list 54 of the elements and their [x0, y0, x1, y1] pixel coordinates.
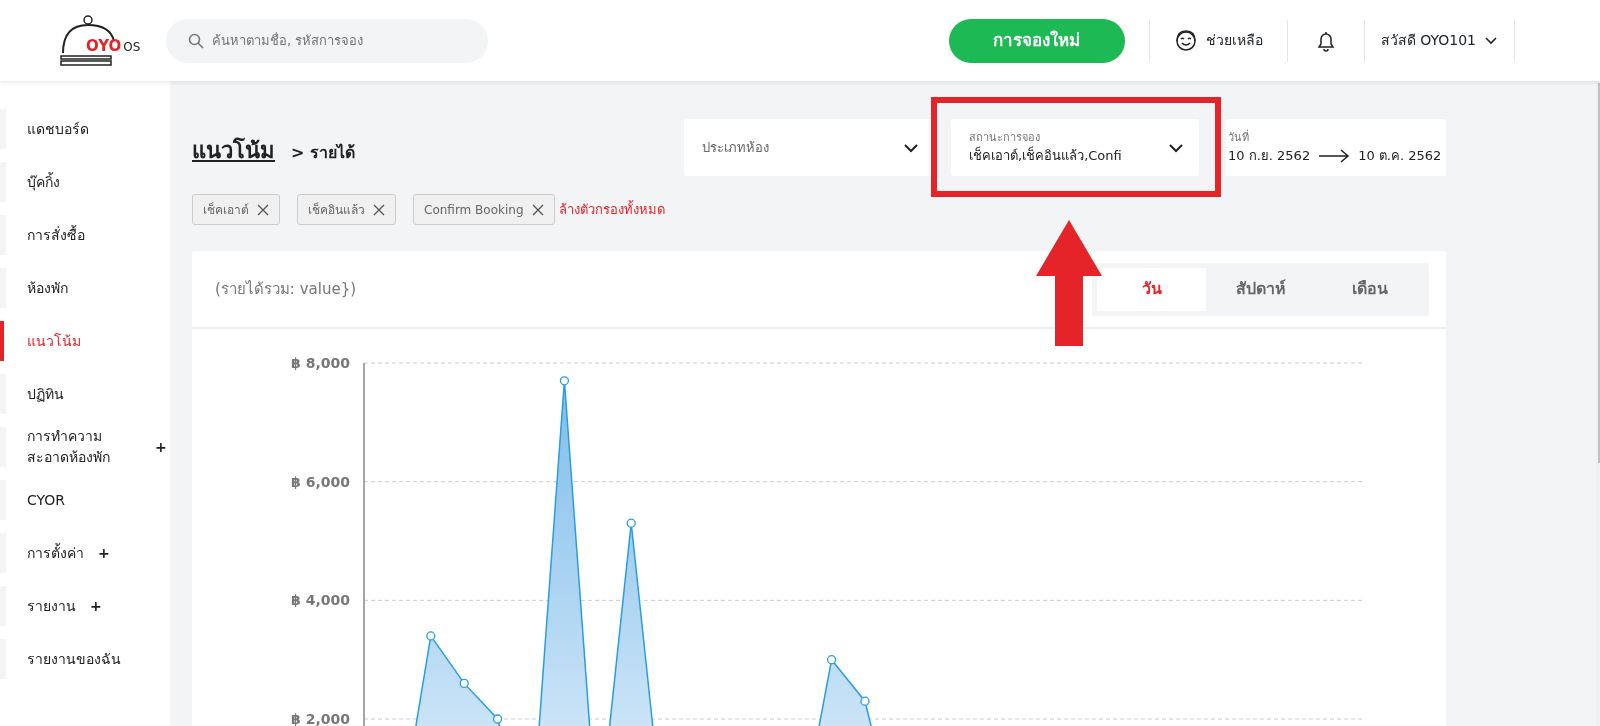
- filter-chip: Confirm Booking: [413, 194, 555, 225]
- data-point[interactable]: [559, 376, 570, 386]
- filter-chip: เช็คอินแล้ว: [297, 194, 396, 225]
- headset-face-icon: [1173, 28, 1198, 53]
- sidebar-item[interactable]: การตั้งค่า +: [0, 527, 170, 579]
- close-icon[interactable]: [257, 203, 269, 216]
- y-axis-label: ฿ 6,000: [291, 473, 350, 490]
- clear-filters-link[interactable]: ล้างตัวกรองทั้งหมด: [558, 199, 665, 220]
- data-point[interactable]: [426, 631, 436, 641]
- filter-chip: เช็คเอาต์: [192, 194, 280, 225]
- field-label: วันที่: [1228, 129, 1250, 146]
- search-field[interactable]: ค้นหาตามชื่อ, รหัสการจอง: [166, 18, 488, 63]
- dropdown-value: เช็คเอาต์,เช็คอินแล้ว,Confi: [969, 146, 1123, 165]
- y-axis-label: ฿ 8,000: [291, 355, 350, 371]
- close-icon[interactable]: [531, 203, 544, 216]
- period-tab[interactable]: เดือน: [1315, 267, 1424, 311]
- sidebar-item[interactable]: ปฏิทิน: [0, 368, 170, 420]
- logo-text: OS: [123, 38, 141, 56]
- dropdown[interactable]: สถานะการจอง เช็คเอาต์,เช็คอินแล้ว,Confi: [951, 119, 1199, 176]
- user-menu[interactable]: สวัสดี OYO101: [1380, 24, 1498, 57]
- sidebar-item[interactable]: การทำความสะอาดห้องพัก +: [0, 421, 170, 473]
- right-arrow-icon: [1318, 148, 1351, 163]
- card-title: (รายได้รวม: value}): [215, 278, 357, 300]
- page-title-link[interactable]: แนวโน้ม: [192, 134, 275, 167]
- data-point[interactable]: [826, 655, 837, 665]
- expand-toggle[interactable]: +: [155, 436, 167, 458]
- breadcrumb-current: > รายได้: [291, 142, 355, 164]
- close-icon[interactable]: [373, 203, 385, 216]
- field-label: สถานะการจอง: [969, 129, 1041, 146]
- help-link[interactable]: ช่วยเหลือ: [1173, 28, 1263, 53]
- sidebar-item[interactable]: แนวโน้ม: [0, 315, 170, 367]
- y-axis-label: ฿ 4,000: [291, 592, 350, 609]
- period-tab[interactable]: สัปดาห์: [1206, 267, 1315, 311]
- sidebar-item[interactable]: รายงาน +: [0, 580, 170, 632]
- data-point[interactable]: [860, 696, 870, 706]
- date-to: 10 ต.ค. 2562: [1358, 147, 1442, 165]
- sidebar-item[interactable]: รายงานของฉัน: [0, 633, 170, 685]
- data-point[interactable]: [626, 518, 636, 528]
- logo-text: OYO: [86, 35, 122, 57]
- sidebar-item[interactable]: แดชบอร์ด: [0, 103, 170, 155]
- data-point[interactable]: [492, 714, 503, 724]
- expand-toggle[interactable]: +: [90, 595, 102, 617]
- period-tab[interactable]: วัน: [1097, 267, 1206, 311]
- date-from: 10 ก.ย. 2562: [1228, 147, 1311, 165]
- sidebar-item[interactable]: ห้องพัก: [0, 262, 170, 314]
- expand-toggle[interactable]: +: [98, 542, 110, 564]
- sidebar-item[interactable]: CYOR: [0, 474, 170, 526]
- sidebar-item[interactable]: การสั่งซื้อ: [0, 209, 170, 261]
- data-point[interactable]: [459, 678, 469, 689]
- dropdown[interactable]: ประเภทห้อง: [684, 119, 934, 176]
- dropdown-placeholder: ประเภทห้อง: [702, 138, 770, 157]
- sidebar-item[interactable]: บุ๊คกิ้ง: [0, 156, 170, 208]
- y-axis-label: ฿ 2,000: [291, 711, 350, 726]
- date-range-field[interactable]: วันที่ 10 ก.ย. 2562 10 ต.ค. 2562: [1226, 119, 1446, 176]
